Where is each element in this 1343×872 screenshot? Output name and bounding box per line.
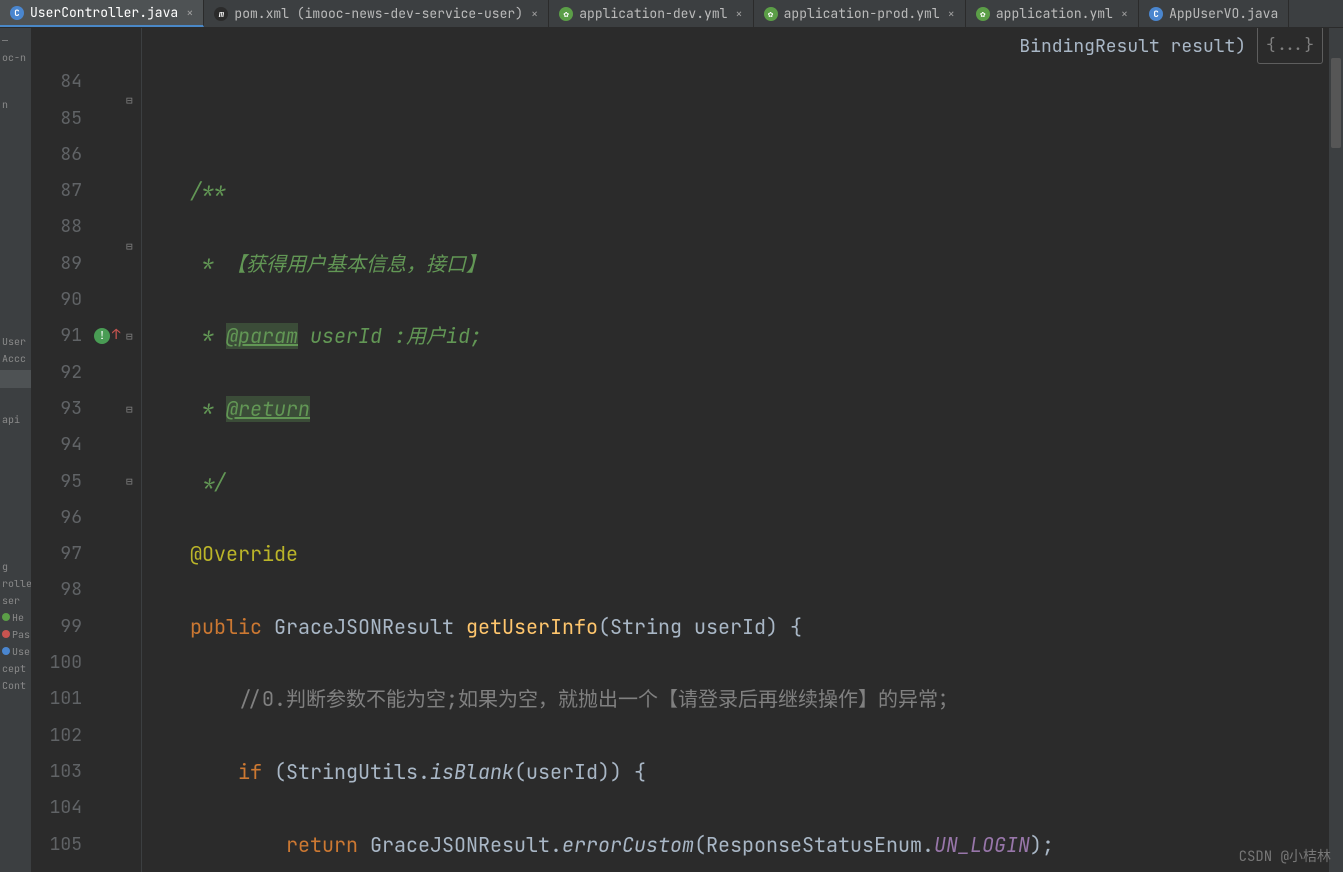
ln: 101 [32, 681, 82, 717]
structure-sidebar: — oc-n n User Accc api g rolle ser He Pa… [0, 28, 32, 872]
ln: 90 [32, 282, 82, 318]
sidebar-item[interactable]: User [0, 333, 31, 350]
close-icon[interactable]: × [186, 5, 193, 21]
java-icon: C [10, 6, 24, 20]
tab-label: AppUserVO.java [1169, 5, 1278, 22]
spring-icon: ✿ [559, 7, 573, 21]
tab-pom[interactable]: m pom.xml (imooc-news-dev-service-user) … [204, 0, 549, 27]
tab-label: application.yml [996, 5, 1113, 22]
fold-icon[interactable]: ⊟ [126, 330, 133, 344]
ln: 97 [32, 536, 82, 572]
watermark: CSDN @小桔林 [1239, 846, 1331, 866]
ln: 86 [32, 137, 82, 173]
fold-icon[interactable]: ⊟ [126, 94, 133, 108]
ln: 92 [32, 355, 82, 391]
ln: 94 [32, 427, 82, 463]
ln: 95 [32, 464, 82, 500]
close-icon[interactable]: × [948, 6, 955, 22]
ln: 99 [32, 609, 82, 645]
sidebar-item[interactable]: n [0, 96, 31, 113]
sidebar-item[interactable]: rolle [0, 575, 31, 592]
sidebar-item[interactable]: Cont [0, 677, 31, 694]
ln: 106 [32, 863, 82, 872]
sidebar-item[interactable]: api [0, 411, 31, 428]
code-editor[interactable]: 83 84 85 86 87 88 89 90 91 92 93 94 95 9… [32, 28, 1343, 872]
tab-appuservo[interactable]: C AppUserVO.java [1139, 0, 1289, 27]
ln: 89 [32, 246, 82, 282]
sidebar-item[interactable]: Accc [0, 350, 31, 367]
ln: 100 [32, 645, 82, 681]
tab-label: pom.xml (imooc-news-dev-service-user) [234, 5, 523, 22]
ln: 98 [32, 572, 82, 608]
scrollbar-thumb[interactable] [1331, 58, 1341, 148]
close-icon[interactable]: × [531, 6, 538, 22]
spring-icon: ✿ [976, 7, 990, 21]
ln: 87 [32, 173, 82, 209]
ln: 102 [32, 718, 82, 754]
spring-icon: ✿ [764, 7, 778, 21]
fold-gutter: ⊟ ⊟ ⊟ ⊟ ⊟ [122, 28, 142, 872]
close-icon[interactable]: × [1121, 6, 1128, 22]
gutter-marks: ! ↑ [92, 28, 122, 872]
sidebar-item[interactable]: — [0, 32, 31, 49]
maven-icon: m [214, 7, 228, 21]
ln: 105 [32, 827, 82, 863]
tab-label: application-dev.yml [579, 5, 727, 22]
tab-label: UserController.java [30, 4, 178, 21]
tab-label: application-prod.yml [784, 5, 940, 22]
vertical-scrollbar[interactable] [1329, 28, 1343, 872]
line-numbers: 83 84 85 86 87 88 89 90 91 92 93 94 95 9… [32, 28, 92, 872]
sidebar-highlight [0, 370, 31, 388]
sidebar-item[interactable]: He [0, 609, 31, 626]
sidebar-item[interactable]: g [0, 558, 31, 575]
fold-icon[interactable]: ⊟ [126, 475, 133, 489]
tab-app-prod[interactable]: ✿ application-prod.yml × [754, 0, 966, 27]
sidebar-item[interactable]: cept [0, 660, 31, 677]
ln: 91 [32, 318, 82, 354]
ln: 93 [32, 391, 82, 427]
override-up-icon[interactable]: ↑ [112, 326, 120, 344]
tab-app[interactable]: ✿ application.yml × [966, 0, 1139, 27]
ln: 88 [32, 209, 82, 245]
inspection-ok-icon[interactable]: ! [94, 328, 110, 344]
sidebar-item[interactable]: ser [0, 592, 31, 609]
ln: 84 [32, 64, 82, 100]
sidebar-item[interactable]: Use [0, 643, 31, 660]
fold-icon[interactable]: ⊟ [126, 403, 133, 417]
tab-usercontroller[interactable]: C UserController.java × [0, 0, 204, 27]
faded-prev-line: BindingResult result) {...} [1019, 28, 1323, 66]
ln: 96 [32, 500, 82, 536]
sidebar-item[interactable]: oc-n [0, 49, 31, 66]
ln: 104 [32, 790, 82, 826]
fold-icon[interactable]: ⊟ [126, 240, 133, 254]
close-icon[interactable]: × [735, 6, 742, 22]
tab-app-dev[interactable]: ✿ application-dev.yml × [549, 0, 753, 27]
ln: 85 [32, 101, 82, 137]
sidebar-item[interactable]: Pas [0, 626, 31, 643]
java-icon: C [1149, 7, 1163, 21]
code-area[interactable]: BindingResult result) {...} /** * 【获得用户基… [142, 28, 1343, 872]
editor-tabs: C UserController.java × m pom.xml (imooc… [0, 0, 1343, 28]
ln: 103 [32, 754, 82, 790]
